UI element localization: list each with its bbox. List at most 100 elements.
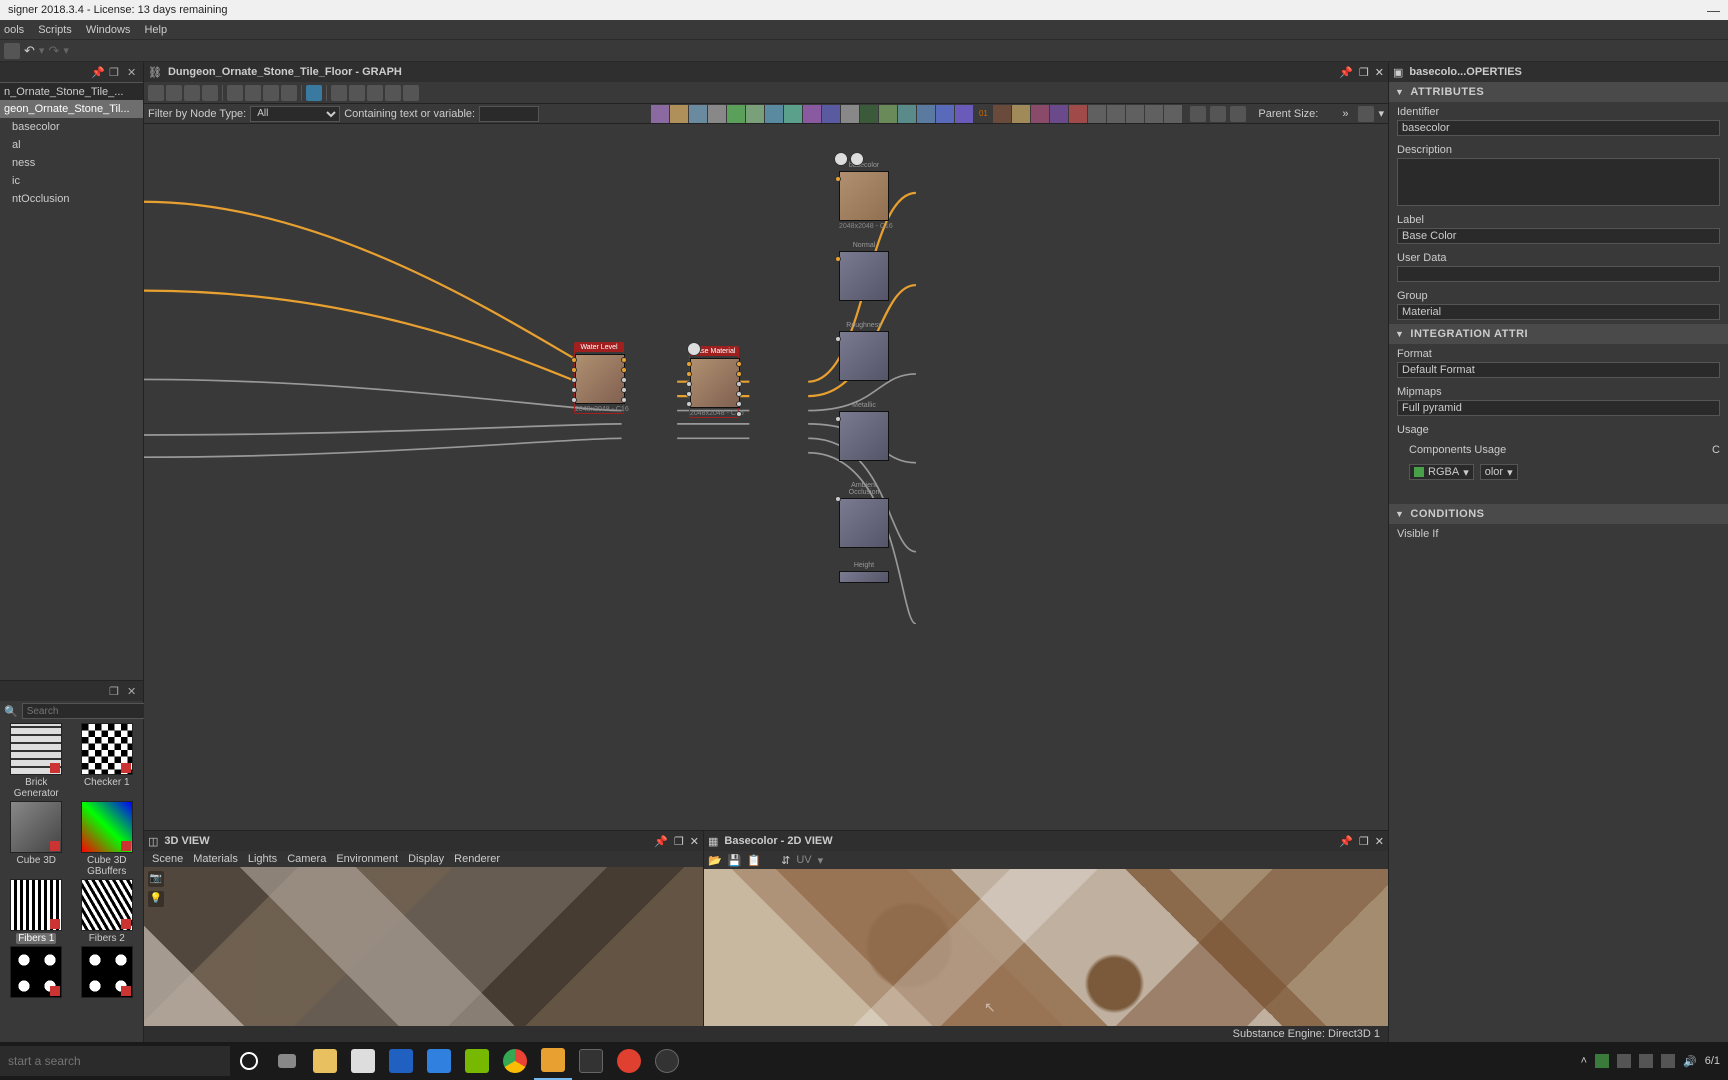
- palette-item[interactable]: [651, 105, 669, 123]
- usage-rgba[interactable]: RGBA▾: [1409, 464, 1474, 480]
- explorer-icon[interactable]: [306, 1042, 344, 1080]
- library-search-input[interactable]: [22, 703, 164, 719]
- menu-lights[interactable]: Lights: [248, 853, 277, 865]
- substance-icon[interactable]: [534, 1042, 572, 1080]
- obs-icon[interactable]: [648, 1042, 686, 1080]
- zoom-icon[interactable]: [227, 85, 243, 101]
- tool-icon[interactable]: [367, 85, 383, 101]
- palette-item[interactable]: [803, 105, 821, 123]
- minimize-button[interactable]: —: [1707, 3, 1720, 18]
- tray-icon[interactable]: [1595, 1054, 1609, 1068]
- graph-node-height[interactable]: Height: [839, 562, 889, 583]
- menu-environment[interactable]: Environment: [336, 853, 398, 865]
- palette-item[interactable]: [1031, 105, 1049, 123]
- library-item[interactable]: [2, 946, 71, 1000]
- light-icon[interactable]: 💡: [148, 891, 164, 907]
- graph-node-basematerial[interactable]: Base Material 2048x2048 - C16: [689, 346, 739, 418]
- uv-label[interactable]: UV: [796, 854, 811, 866]
- tree-item[interactable]: basecolor: [0, 118, 143, 136]
- menu-materials[interactable]: Materials: [193, 853, 238, 865]
- link-icon[interactable]: ⛓: [148, 66, 162, 79]
- grid-icon[interactable]: [281, 85, 297, 101]
- tool-icon[interactable]: [148, 85, 164, 101]
- tray-time[interactable]: 6/1: [1705, 1055, 1720, 1067]
- restore-icon[interactable]: ❐: [1359, 835, 1369, 848]
- tool-icon[interactable]: [331, 85, 347, 101]
- select-mipmaps[interactable]: Full pyramid: [1397, 400, 1720, 416]
- close-icon[interactable]: ✕: [127, 66, 139, 78]
- nvidia-icon[interactable]: [458, 1042, 496, 1080]
- menu-camera[interactable]: Camera: [287, 853, 326, 865]
- input-label[interactable]: Base Color: [1397, 228, 1720, 244]
- filter-type-select[interactable]: All: [250, 106, 340, 122]
- undo-button[interactable]: ↶: [24, 43, 35, 59]
- camera-icon[interactable]: 📷: [148, 871, 164, 887]
- input-group[interactable]: Material: [1397, 304, 1720, 320]
- graph-node-basecolor[interactable]: basecolor 2048x2048 - C16: [839, 162, 889, 230]
- library-item[interactable]: Cube 3D GBuffers: [73, 801, 142, 877]
- palette-item[interactable]: 01: [974, 105, 992, 123]
- palette-item[interactable]: [898, 105, 916, 123]
- input-description[interactable]: [1397, 158, 1720, 206]
- usage-color[interactable]: olor▾: [1480, 464, 1518, 480]
- palette-item[interactable]: [670, 105, 688, 123]
- tree-item[interactable]: ness: [0, 154, 143, 172]
- tree-item-graph[interactable]: geon_Ornate_Stone_Til...: [0, 100, 143, 118]
- tree-item[interactable]: ic: [0, 172, 143, 190]
- graph-node-roughness[interactable]: Roughness: [839, 322, 889, 381]
- close-icon[interactable]: ✕: [1375, 835, 1384, 848]
- input-userdata[interactable]: [1397, 266, 1720, 282]
- node-badge-icon[interactable]: [850, 152, 864, 166]
- node-badge-icon[interactable]: [687, 342, 701, 356]
- skype-icon[interactable]: [610, 1042, 648, 1080]
- graph-node-waterlevel[interactable]: Water Level 2048x2048 - C16: [574, 342, 624, 414]
- palette-item[interactable]: [1050, 105, 1068, 123]
- select-format[interactable]: Default Format: [1397, 362, 1720, 378]
- palette-item[interactable]: [993, 105, 1011, 123]
- library-item[interactable]: Cube 3D: [2, 801, 71, 877]
- menu-renderer[interactable]: Renderer: [454, 853, 500, 865]
- pin-icon[interactable]: 📌: [1339, 66, 1353, 79]
- palette-item[interactable]: [917, 105, 935, 123]
- palette-item[interactable]: [1012, 105, 1030, 123]
- palette-item[interactable]: [784, 105, 802, 123]
- taskview-icon[interactable]: [268, 1042, 306, 1080]
- align-icon[interactable]: [263, 85, 279, 101]
- restore-icon[interactable]: ❐: [109, 66, 121, 78]
- taskbar-search-input[interactable]: [0, 1046, 230, 1076]
- library-item[interactable]: Checker 1: [73, 723, 142, 799]
- redo-button[interactable]: ↷: [48, 43, 59, 59]
- restore-icon[interactable]: ❐: [674, 835, 684, 848]
- open-icon[interactable]: 📂: [708, 854, 722, 867]
- node-badge-icon[interactable]: [834, 152, 848, 166]
- library-item[interactable]: Fibers 2: [73, 879, 142, 944]
- graph-node-metallic[interactable]: Metallic: [839, 402, 889, 461]
- input-identifier[interactable]: basecolor: [1397, 120, 1720, 136]
- graph-node-normal[interactable]: Normal: [839, 242, 889, 301]
- split-icon[interactable]: ⇵: [781, 854, 790, 867]
- palette-item[interactable]: [860, 105, 878, 123]
- menu-tools[interactable]: ools: [4, 24, 24, 36]
- menu-scripts[interactable]: Scripts: [38, 24, 72, 36]
- app-icon[interactable]: [572, 1042, 610, 1080]
- close-icon[interactable]: ✕: [127, 685, 139, 697]
- tool-icon[interactable]: [385, 85, 401, 101]
- camera-icon[interactable]: [184, 85, 200, 101]
- tree-item[interactable]: [0, 208, 143, 226]
- palette-item[interactable]: [727, 105, 745, 123]
- pin-icon[interactable]: 📌: [1339, 835, 1353, 848]
- graph-canvas[interactable]: Water Level 2048x2048 - C16 Base Materia…: [144, 124, 1388, 830]
- tray-chevron-icon[interactable]: ˄: [1581, 1055, 1587, 1067]
- section-conditions[interactable]: ▼CONDITIONS: [1389, 504, 1728, 524]
- refresh-icon[interactable]: [306, 85, 322, 101]
- palette-item[interactable]: [841, 105, 859, 123]
- library-grid[interactable]: Brick GeneratorChecker 1Cube 3DCube 3D G…: [0, 721, 143, 1060]
- palette-item[interactable]: [1126, 105, 1144, 123]
- chrome-icon[interactable]: [496, 1042, 534, 1080]
- up-icon[interactable]: [1230, 106, 1246, 122]
- section-integration[interactable]: ▼INTEGRATION ATTRI: [1389, 324, 1728, 344]
- close-icon[interactable]: ✕: [1375, 66, 1384, 79]
- palette-item[interactable]: [822, 105, 840, 123]
- tool-icon[interactable]: [403, 85, 419, 101]
- tray-icon[interactable]: [1639, 1054, 1653, 1068]
